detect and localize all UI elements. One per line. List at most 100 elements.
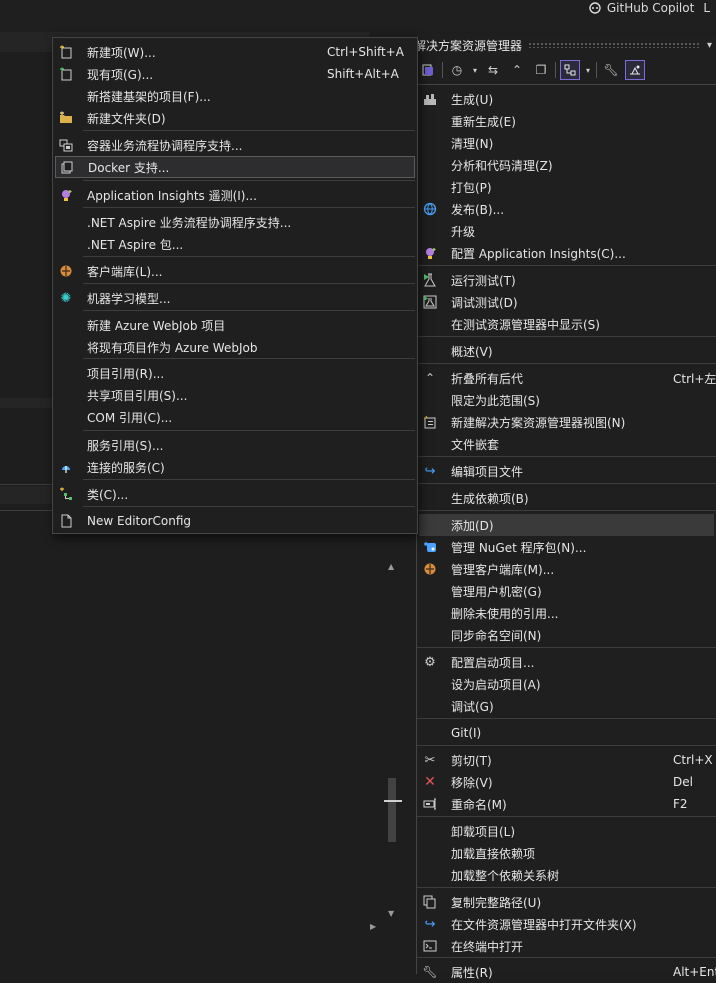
menu-item-label: 机器学习模型... bbox=[87, 291, 171, 306]
menu-item[interactable]: 新建 Azure WebJob 项目 bbox=[55, 314, 415, 336]
menu-item-label: 添加(D) bbox=[451, 518, 494, 533]
preview-selected-icon[interactable] bbox=[625, 60, 645, 80]
menu-item[interactable]: 将现有项目作为 Azure WebJob bbox=[55, 336, 415, 358]
menu-item[interactable]: ⌃ 折叠所有后代 Ctrl+左箭 bbox=[419, 367, 716, 389]
menu-item[interactable]: 删除未使用的引用... bbox=[419, 602, 714, 624]
menu-item[interactable]: 卸载项目(L) bbox=[419, 820, 714, 842]
flask-debug-icon bbox=[421, 294, 439, 310]
menu-item[interactable]: 调试(G) bbox=[419, 695, 714, 717]
sync-icon[interactable]: ⇆ bbox=[483, 60, 503, 80]
menu-item[interactable]: 共享项目引用(S)... bbox=[55, 384, 415, 406]
chevron-down-icon[interactable]: ▾ bbox=[584, 60, 592, 80]
menu-item[interactable]: 升级 bbox=[419, 220, 714, 242]
menu-item[interactable]: 分析和代码清理(Z) bbox=[419, 154, 714, 176]
scroll-down-icon[interactable]: ▼ bbox=[388, 909, 394, 918]
menu-item[interactable]: 加载整个依赖关系树 bbox=[419, 864, 714, 886]
menu-separator bbox=[417, 265, 716, 266]
panel-grip[interactable] bbox=[528, 42, 701, 48]
copilot-label: GitHub Copilot bbox=[606, 1, 695, 15]
menu-item-label: 复制完整路径(U) bbox=[451, 895, 542, 910]
copy-icon[interactable]: ❐ bbox=[531, 60, 551, 80]
menu-item[interactable]: 新建项(W)... Ctrl+Shift+A bbox=[55, 41, 415, 63]
menu-separator bbox=[83, 430, 415, 431]
menu-item[interactable]: 打包(P) bbox=[419, 176, 714, 198]
menu-item-label: 配置 Application Insights(C)... bbox=[451, 246, 626, 261]
menu-item[interactable]: New EditorConfig bbox=[55, 510, 415, 532]
menu-item[interactable]: 在测试资源管理器中显示(S) bbox=[419, 313, 714, 335]
menu-item-shortcut: Ctrl+左箭 bbox=[673, 371, 716, 386]
menu-item[interactable]: 新搭建基架的项目(F)... bbox=[55, 85, 415, 107]
menu-item[interactable]: 项目引用(R)... bbox=[55, 362, 415, 384]
scroll-position-marker bbox=[384, 800, 402, 802]
menu-item[interactable]: 调试测试(D) bbox=[419, 291, 714, 313]
menu-item[interactable]: 管理用户机密(G) bbox=[419, 580, 714, 602]
solution-explorer-title: 解决方案资源管理器 bbox=[414, 38, 523, 53]
menu-item[interactable]: 重新生成(E) bbox=[419, 110, 714, 132]
menu-item[interactable]: Application Insights 遥测(I)... bbox=[55, 184, 415, 206]
menu-item[interactable]: ✂ 剪切(T) Ctrl+X bbox=[419, 749, 714, 771]
menu-separator bbox=[83, 310, 415, 311]
menu-item[interactable]: 配置 Application Insights(C)... bbox=[419, 242, 714, 264]
menu-item-label: 生成依赖项(B) bbox=[451, 491, 529, 506]
menu-item-label: 新建文件夹(D) bbox=[87, 111, 166, 126]
menu-item[interactable]: ⚙ 配置启动项目... bbox=[419, 651, 714, 673]
menu-item[interactable]: 服务引用(S)... bbox=[55, 434, 415, 456]
menu-item[interactable]: ✺ 机器学习模型... bbox=[55, 287, 415, 309]
copilot-icon bbox=[588, 1, 602, 15]
ml-model-icon: ✺ bbox=[60, 290, 72, 306]
menu-item[interactable]: 重命名(M) F2 bbox=[419, 793, 714, 815]
menu-item[interactable]: 现有项(G)... Shift+Alt+A bbox=[55, 63, 415, 85]
menu-item[interactable]: 生成(U) bbox=[419, 88, 714, 110]
menu-item[interactable]: COM 引用(C)... bbox=[55, 406, 415, 428]
build-icon bbox=[421, 91, 439, 107]
menu-item-label: 剪切(T) bbox=[451, 753, 492, 768]
menu-item[interactable]: .NET Aspire 包... bbox=[55, 233, 415, 255]
menu-item[interactable]: 清理(N) bbox=[419, 132, 714, 154]
menu-item-label: 容器业务流程协调程序支持... bbox=[87, 138, 243, 153]
menu-item[interactable]: 管理客户端库(M)... bbox=[419, 558, 714, 580]
menu-item[interactable]: 生成依赖项(B) bbox=[419, 487, 714, 509]
scroll-right-icon[interactable]: ▶ bbox=[370, 922, 376, 931]
menu-item[interactable]: 添加(D) bbox=[419, 514, 714, 536]
menu-item[interactable]: 同步命名空间(N) bbox=[419, 624, 714, 646]
menu-item[interactable]: 加载直接依赖项 bbox=[419, 842, 714, 864]
scrollbar-thumb[interactable] bbox=[388, 778, 396, 842]
menu-item[interactable]: 🔧︎ 属性(R) Alt+Ent bbox=[419, 961, 716, 983]
menu-item[interactable]: 文件嵌套 bbox=[419, 433, 714, 455]
wrench-icon[interactable]: 🔧︎ bbox=[601, 60, 621, 80]
copy-icon bbox=[421, 894, 439, 910]
menu-item[interactable]: 限定为此范围(S) bbox=[419, 389, 714, 411]
menu-item[interactable]: ↪ 在文件资源管理器中打开文件夹(X) bbox=[419, 913, 714, 935]
switch-views-icon[interactable] bbox=[418, 60, 438, 80]
menu-item[interactable]: 在终端中打开 bbox=[419, 935, 714, 957]
menu-item-label: Git(I) bbox=[451, 726, 482, 740]
github-copilot-button[interactable]: GitHub Copilot L bbox=[588, 0, 710, 16]
menu-item[interactable]: 复制完整路径(U) bbox=[419, 891, 714, 913]
menu-item[interactable]: Git(I) bbox=[419, 722, 714, 744]
pending-changes-icon[interactable]: ◷ bbox=[447, 60, 467, 80]
menu-item[interactable]: 管理 NuGet 程序包(N)... bbox=[419, 536, 714, 558]
menu-item[interactable]: 概述(V) bbox=[419, 340, 714, 362]
menu-item[interactable]: 设为启动项目(A) bbox=[419, 673, 714, 695]
collapse-all-icon[interactable]: ⌃ bbox=[507, 60, 527, 80]
menu-item[interactable]: .NET Aspire 业务流程协调程序支持... bbox=[55, 211, 415, 233]
menu-item[interactable]: 发布(B)... bbox=[419, 198, 714, 220]
menu-item[interactable]: 运行测试(T) bbox=[419, 269, 714, 291]
menu-item[interactable]: 类(C)... bbox=[55, 483, 415, 505]
chevron-down-icon[interactable]: ▾ bbox=[471, 60, 479, 80]
scroll-up-icon[interactable]: ▲ bbox=[388, 562, 394, 571]
menu-separator bbox=[417, 336, 716, 337]
menu-item[interactable]: 连接的服务(C) bbox=[55, 456, 415, 478]
menu-item[interactable]: ✕ 移除(V) Del bbox=[419, 771, 714, 793]
menu-item[interactable]: 客户端库(L)... bbox=[55, 260, 415, 282]
show-all-files-icon[interactable] bbox=[560, 60, 580, 80]
menu-item[interactable]: 新建解决方案资源管理器视图(N) bbox=[419, 411, 714, 433]
chevron-down-icon[interactable]: ▾ bbox=[707, 40, 716, 51]
menu-item[interactable]: 容器业务流程协调程序支持... bbox=[55, 134, 415, 156]
vertical-scrollbar[interactable]: ▲ ▼ bbox=[384, 558, 402, 920]
menu-item[interactable]: 新建文件夹(D) bbox=[55, 107, 415, 129]
new-item-icon bbox=[57, 44, 75, 60]
menu-item[interactable]: Docker 支持... bbox=[55, 156, 415, 178]
menu-item[interactable]: ↪ 编辑项目文件 bbox=[419, 460, 714, 482]
horizontal-scrollbar[interactable]: ▶ bbox=[0, 920, 380, 934]
